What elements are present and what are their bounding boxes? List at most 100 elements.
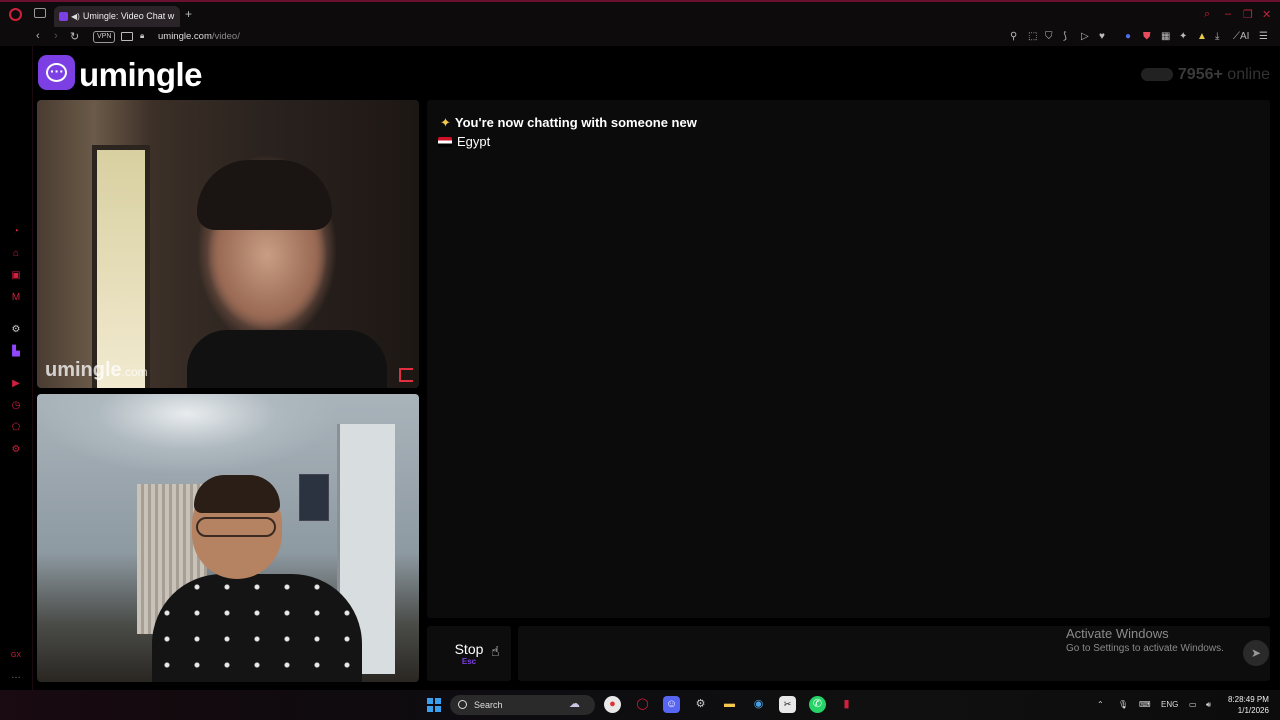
twitch-icon[interactable]: ▙ (10, 346, 22, 358)
back-icon[interactable]: ‹ (36, 30, 40, 42)
steam-icon[interactable]: ◉ (750, 696, 767, 713)
heart-icon[interactable]: ♥ (1099, 31, 1105, 42)
logo-text[interactable]: umingle (79, 56, 203, 94)
aria-icon[interactable]: ◔ (10, 226, 22, 238)
clock-time: 8:28:49 PM (1228, 695, 1269, 704)
vpn-badge[interactable]: VPN (93, 31, 116, 43)
camera-icon[interactable] (121, 32, 133, 41)
extension-grid-icon[interactable]: ▦ (1161, 31, 1170, 42)
restore-icon[interactable]: ❐ (1243, 8, 1253, 21)
online-count: 7956+ (1177, 66, 1223, 83)
stranger-shirt (187, 330, 387, 388)
minimize-icon[interactable]: – (1225, 8, 1231, 20)
umingle-favicon-icon (59, 12, 68, 22)
clock-date: 1/1/2026 (1237, 706, 1269, 715)
address-bar-row: ‹ › ↻ VPN 🔒︎ umingle.com/video/ ⚲ ⬚ ⛉ ⟆ … (0, 28, 1280, 46)
microphone-icon[interactable]: 🎙︎ (1118, 700, 1128, 709)
app-icon[interactable]: ▮ (838, 696, 855, 713)
chat-panel: ✦ You're now chatting with someone new Eg… (427, 100, 1270, 618)
browser-tab[interactable]: ◀) Umingle: Video Chat w (54, 6, 180, 27)
menu-icon[interactable]: ☰ (1259, 31, 1268, 42)
watermark-suffix: .com (121, 365, 148, 379)
tab-switcher-icon[interactable] (34, 8, 46, 18)
self-glasses (196, 517, 276, 537)
online-toggle[interactable] (1141, 68, 1173, 81)
background-door (92, 145, 150, 388)
activate-windows-watermark: Activate Windows Go to Settings to activ… (1066, 626, 1224, 654)
watermark-main: umingle (45, 359, 122, 381)
widget-icon[interactable]: ☁ (566, 696, 583, 713)
translate-icon[interactable]: ⟆ (1063, 31, 1067, 42)
gx-icon[interactable]: GX (10, 650, 22, 662)
history-icon[interactable]: ◷ (10, 400, 22, 412)
opera-logo-icon[interactable] (9, 8, 22, 21)
self-person (152, 475, 362, 682)
close-icon[interactable]: ✕ (1262, 8, 1271, 21)
crypto-wallet-icon[interactable]: ⌂ (10, 248, 22, 260)
dots-icon: ··· (50, 63, 64, 79)
settings-icon[interactable]: ⚙ (10, 444, 22, 456)
whatsapp-icon[interactable]: ✆ (809, 696, 826, 713)
url-field[interactable]: umingle.com/video/ (158, 31, 240, 42)
chatgpt-app-icon[interactable]: ⚙ (692, 696, 709, 713)
windows-start-icon[interactable] (427, 698, 441, 712)
taskbar-clock[interactable]: 8:28:49 PM 1/1/2026 (1228, 694, 1269, 716)
player-icon[interactable]: ▶ (10, 378, 22, 390)
country-text: Egypt (457, 134, 491, 149)
search-icon (458, 700, 467, 709)
more-icon[interactable]: … (10, 670, 22, 682)
discord-icon[interactable]: ☺ (663, 696, 680, 713)
stranger-video: umingle.com (37, 100, 419, 388)
messenger-icon[interactable]: ▣ (10, 270, 22, 282)
new-tab-button[interactable]: + (185, 7, 192, 21)
aria-ai-icon[interactable]: ⟋AI (1233, 31, 1249, 42)
keyboard-icon[interactable]: ⌨ (1139, 700, 1151, 709)
adblock-icon[interactable]: ⛊ (1143, 31, 1151, 42)
extension-g-icon[interactable]: ● (1125, 31, 1131, 42)
mail-icon[interactable]: M (10, 292, 22, 304)
self-hoodie (152, 574, 362, 682)
online-label: online (1227, 66, 1270, 83)
self-hair (194, 475, 280, 513)
report-flag-icon[interactable] (399, 368, 413, 382)
snapshot-icon[interactable]: ⬚ (1028, 31, 1037, 42)
extension-flag-icon[interactable]: ▲ (1197, 31, 1207, 42)
forward-icon[interactable]: › (54, 30, 58, 42)
sparkles-icon: ✦ (440, 115, 451, 130)
url-host: umingle.com (158, 31, 212, 42)
opera-sidebar: ◔ ⌂ ▣ M ⚙ ▙ ▶ ◷ ⬠ ⚙ GX … (0, 46, 33, 690)
status-text: You're now chatting with someone new (454, 115, 697, 130)
self-video (37, 394, 419, 682)
network-icon[interactable]: ▭ (1189, 700, 1197, 709)
activate-subtitle: Go to Settings to activate Windows. (1066, 643, 1224, 654)
download-icon[interactable]: ⤓ (1215, 31, 1219, 42)
chat-country: Egypt (438, 134, 490, 149)
language-indicator[interactable]: ENG (1161, 700, 1178, 709)
volume-icon[interactable]: 🔊︎ (1206, 700, 1211, 710)
chrome-icon[interactable]: ● (604, 696, 621, 713)
lock-icon[interactable]: 🔒︎ (140, 31, 144, 41)
mouse-cursor-icon: ☝ (491, 643, 500, 659)
online-counter: 7956+ online (1178, 66, 1270, 84)
taskbar-search-label: Search (474, 700, 503, 710)
play-icon[interactable]: ▷ (1081, 31, 1089, 42)
shield-icon[interactable]: ⛉ (1045, 31, 1053, 42)
search-tabs-icon[interactable]: ⌕ (1204, 8, 1210, 21)
puzzle-icon[interactable]: ✦ (1179, 31, 1187, 42)
speaker-icon[interactable]: ◀) (71, 12, 80, 21)
stranger-hair (197, 160, 332, 230)
reload-icon[interactable]: ↻ (70, 30, 79, 43)
pin-icon[interactable]: ⚲ (1010, 31, 1017, 42)
extensions-icon[interactable]: ⬠ (10, 422, 22, 434)
send-icon: ➤ (1250, 646, 1262, 660)
tray-chevron-icon[interactable]: ⌃ (1097, 700, 1104, 709)
chatgpt-icon[interactable]: ⚙ (10, 324, 22, 336)
video-watermark: umingle.com (45, 359, 148, 382)
file-explorer-icon[interactable]: ▬ (721, 696, 738, 713)
send-button[interactable]: ➤ (1243, 640, 1269, 666)
url-path: /video/ (211, 31, 240, 42)
opera-icon[interactable]: ◯ (634, 696, 651, 713)
capcut-icon[interactable]: ✂ (779, 696, 796, 713)
egypt-flag-icon (438, 137, 452, 147)
umingle-logo-icon[interactable]: ··· (38, 55, 75, 90)
